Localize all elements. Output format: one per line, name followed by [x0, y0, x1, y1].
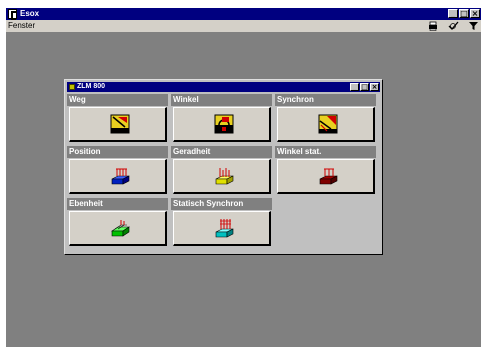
tile-weg: Weg	[67, 94, 171, 146]
minimize-button[interactable]: _	[448, 9, 458, 18]
ebenheit-button[interactable]	[69, 211, 167, 246]
tile-header-winkel: Winkel	[171, 94, 272, 106]
check-icon[interactable]	[448, 21, 459, 31]
child-minimize-button[interactable]: _	[350, 83, 359, 91]
position-button[interactable]	[69, 159, 167, 194]
tile-header-ebenheit: Ebenheit	[67, 198, 168, 210]
winkel-button[interactable]	[173, 107, 271, 142]
menu-bar: Fenster	[6, 20, 481, 32]
child-maximize-button[interactable]: □	[360, 83, 369, 91]
tile-geradheit: Geradheit	[171, 146, 275, 198]
ebenheit-icon	[111, 220, 130, 237]
weg-button[interactable]	[69, 107, 167, 142]
geradheit-icon	[215, 168, 234, 185]
child-window-controls: _ □ ×	[350, 83, 379, 91]
funnel-icon[interactable]	[468, 21, 479, 31]
tile-position: Position	[67, 146, 171, 198]
print-icon[interactable]	[428, 21, 439, 31]
tile-winkel-stat: Winkel stat.	[275, 146, 379, 198]
app-title: Esox	[20, 9, 40, 18]
statisch-synchron-icon	[215, 219, 234, 238]
zlm-app-icon	[69, 84, 75, 90]
esox-window: Esox _ □ × Fenster ZLM 800 _ □ × Weg Win…	[6, 8, 481, 347]
menu-fenster[interactable]: Fenster	[8, 21, 35, 31]
tile-header-winkel-stat: Winkel stat.	[275, 146, 376, 158]
maximize-button[interactable]: □	[459, 9, 469, 18]
zlm-800-window: ZLM 800 _ □ × Weg Winkel Synchron Positi…	[64, 79, 383, 255]
tile-header-geradheit: Geradheit	[171, 146, 272, 158]
tile-header-weg: Weg	[67, 94, 168, 106]
winkel-stat-icon	[319, 168, 338, 185]
child-titlebar[interactable]: ZLM 800 _ □ ×	[67, 82, 380, 92]
winkel-icon	[214, 114, 234, 134]
synchron-icon	[318, 114, 338, 134]
tile-winkel: Winkel	[171, 94, 275, 146]
synchron-button[interactable]	[277, 107, 375, 142]
close-button[interactable]: ×	[470, 9, 480, 18]
tile-header-position: Position	[67, 146, 168, 158]
tile-ebenheit: Ebenheit	[67, 198, 171, 250]
statisch-synchron-button[interactable]	[173, 211, 271, 246]
tile-header-statisch-synchron: Statisch Synchron	[171, 198, 272, 210]
tile-grid: Weg Winkel Synchron Position Geradheit W…	[67, 94, 380, 252]
tile-statisch-synchron: Statisch Synchron	[171, 198, 275, 250]
tile-header-synchron: Synchron	[275, 94, 376, 106]
window-controls: _ □ ×	[448, 9, 480, 18]
position-icon	[111, 168, 130, 185]
app-titlebar[interactable]: Esox _ □ ×	[6, 8, 481, 21]
esox-app-icon	[8, 9, 17, 21]
winkel-stat-button[interactable]	[277, 159, 375, 194]
child-title: ZLM 800	[77, 83, 106, 90]
tile-synchron: Synchron	[275, 94, 379, 146]
geradheit-button[interactable]	[173, 159, 271, 194]
child-close-button[interactable]: ×	[370, 83, 379, 91]
weg-icon	[110, 114, 130, 134]
